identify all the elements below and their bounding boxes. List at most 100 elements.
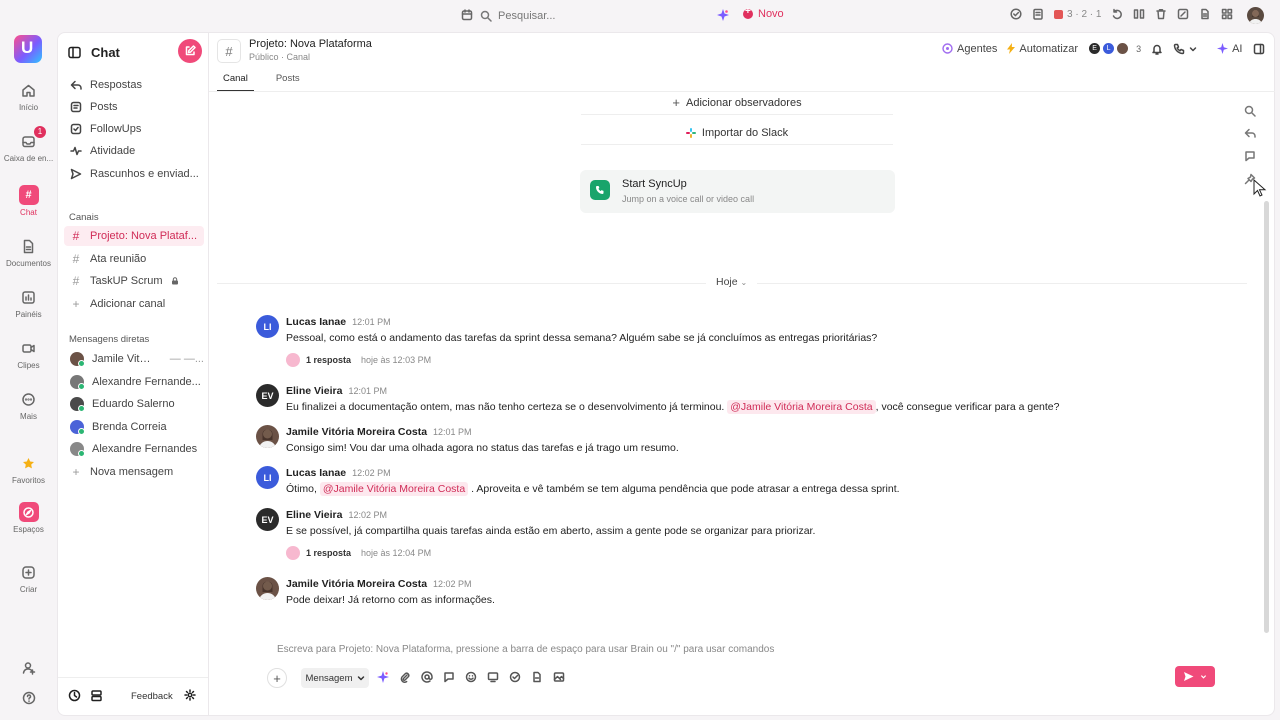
avatar[interactable] [256, 577, 279, 600]
feedback-link[interactable]: Feedback [131, 691, 173, 702]
comment-icon[interactable] [1244, 150, 1256, 162]
reply-icon[interactable] [1244, 127, 1256, 139]
members-stack[interactable]: E L 3 [1088, 42, 1141, 55]
sidebar-item-dm-brenda[interactable]: Brenda Correia [64, 417, 204, 437]
sidebar-item-followups[interactable]: FollowUps [64, 119, 204, 139]
attach-plus-button[interactable]: + [267, 668, 287, 688]
screen-icon[interactable] [1177, 8, 1189, 20]
global-search[interactable]: Pesquisar... [480, 5, 710, 27]
add-channel-button[interactable]: + Adicionar canal [64, 294, 204, 314]
rail-item-dashboards[interactable]: Painéis [0, 287, 57, 319]
layout-icon[interactable] [90, 689, 103, 702]
attachment-icon[interactable] [399, 671, 411, 683]
rail-item-clips[interactable]: Clipes [0, 338, 57, 370]
rail-item-chat[interactable]: # Chat [0, 185, 57, 217]
star-icon [19, 453, 39, 473]
new-button[interactable]: Novo [743, 6, 784, 20]
emoji-icon[interactable] [465, 671, 477, 683]
trash-icon[interactable] [1155, 8, 1167, 20]
call-button[interactable] [1173, 43, 1197, 55]
phone-icon [1173, 43, 1185, 55]
author-name[interactable]: Eline Vieira [286, 509, 342, 521]
image-icon[interactable] [553, 671, 565, 683]
avatar[interactable] [256, 425, 279, 448]
sidebar-item-channel-ata[interactable]: # Ata reunião [64, 249, 204, 269]
avatar [286, 353, 300, 367]
rail-item-home[interactable]: Início [0, 80, 57, 112]
settings-gear-icon[interactable] [184, 689, 196, 701]
check-circle-icon[interactable] [1010, 8, 1022, 20]
sidebar-item-dm-jamile[interactable]: Jamile Vitória ... — —... [64, 349, 204, 369]
sidebar-item-dm-eduardo[interactable]: Eduardo Salerno [64, 394, 204, 414]
user-avatar[interactable] [1247, 7, 1264, 24]
grid-icon[interactable] [1221, 8, 1233, 20]
author-name[interactable]: Lucas Ianae [286, 467, 346, 479]
comment-icon[interactable] [443, 671, 455, 683]
sidebar-item-replies[interactable]: Respostas [64, 75, 204, 95]
workspace-logo[interactable]: U [14, 35, 42, 63]
sidebar-item-channel-taskup[interactable]: # TaskUP Scrum [64, 271, 204, 291]
send-button[interactable] [1175, 666, 1215, 687]
ai-sparkle-icon[interactable] [377, 671, 389, 683]
rail-item-favorites[interactable]: Favoritos [0, 453, 57, 485]
compose-button[interactable] [178, 39, 202, 63]
channel-title[interactable]: Projeto: Nova Plataforma [249, 38, 372, 50]
screen-record-icon[interactable] [487, 671, 499, 683]
sidebar-item-dm-alexandre[interactable]: Alexandre Fernande... [64, 372, 204, 392]
rail-item-docs[interactable]: Documentos [0, 236, 57, 268]
document-icon[interactable] [1199, 8, 1211, 20]
task-icon[interactable] [509, 671, 521, 683]
author-name[interactable]: Eline Vieira [286, 385, 342, 397]
user-mention[interactable]: @Jamile Vitória Moreira Costa [319, 482, 469, 496]
message-type-select[interactable]: Mensagem [301, 668, 369, 688]
brain-ai-icon[interactable] [717, 9, 729, 21]
author-name[interactable]: Lucas Ianae [286, 316, 346, 328]
sidebar-item-label: TaskUP Scrum [90, 275, 163, 287]
invite-user-button[interactable] [0, 658, 57, 681]
doc-icon[interactable] [531, 671, 543, 683]
user-mention[interactable]: @Jamile Vitória Moreira Costa [727, 400, 876, 414]
tab-posts[interactable]: Posts [270, 71, 306, 92]
sidebar-toggle-icon[interactable] [68, 46, 81, 59]
search-icon[interactable] [1244, 105, 1256, 117]
calendar-icon[interactable] [461, 9, 473, 21]
thread-replies[interactable]: 1 resposta hoje às 12:04 PM [286, 546, 431, 560]
author-name[interactable]: Jamile Vitória Moreira Costa [286, 426, 427, 438]
chevron-down-icon [1189, 45, 1197, 53]
tab-canal[interactable]: Canal [217, 71, 254, 92]
bell-icon[interactable] [1151, 43, 1163, 55]
rail-item-create[interactable]: Criar [0, 562, 57, 594]
sidebar-item-drafts[interactable]: Rascunhos e enviad... [64, 164, 204, 184]
sidebar-item-dm-alexandre-2[interactable]: Alexandre Fernandes [64, 439, 204, 459]
composer-input[interactable]: Escreva para Projeto: Nova Plataforma, p… [277, 644, 774, 655]
rail-item-spaces[interactable]: Espaços [0, 502, 57, 534]
add-watchers-button[interactable]: + Adicionar observadores [581, 91, 893, 115]
undo-icon[interactable] [1111, 8, 1123, 20]
avatar[interactable]: LI [256, 315, 279, 338]
sidebar-item-activity[interactable]: Atividade [64, 141, 204, 161]
author-name[interactable]: Jamile Vitória Moreira Costa [286, 578, 427, 590]
ai-button[interactable]: AI [1217, 43, 1243, 55]
avatar[interactable]: EV [256, 384, 279, 407]
rail-item-inbox[interactable]: 1 Caixa de en... [0, 126, 57, 163]
start-syncup-card[interactable]: Start SyncUp Jump on a voice call or vid… [580, 170, 895, 213]
agents-button[interactable]: Agentes [942, 43, 997, 55]
automate-button[interactable]: Automatizar [1007, 43, 1078, 55]
sidebar-item-channel-projeto[interactable]: # Projeto: Nova Plataf... [64, 226, 204, 246]
columns-icon[interactable] [1133, 8, 1145, 20]
help-button[interactable] [0, 688, 57, 711]
day-label[interactable]: Hoje ⌄ [706, 276, 758, 288]
notepad-icon[interactable] [1032, 8, 1044, 20]
new-message-button[interactable]: + Nova mensagem [64, 462, 204, 482]
side-panel-icon[interactable] [1253, 43, 1265, 55]
rail-item-more[interactable]: Mais [0, 389, 57, 421]
avatar[interactable]: LI [256, 466, 279, 489]
history-icon[interactable] [68, 689, 81, 702]
import-slack-button[interactable]: Importar do Slack [581, 121, 893, 145]
thread-replies[interactable]: 1 resposta hoje às 12:03 PM [286, 353, 431, 367]
recording-indicator[interactable]: 3 · 2 · 1 [1054, 9, 1101, 20]
avatar[interactable]: EV [256, 508, 279, 531]
mention-icon[interactable] [421, 671, 433, 683]
scrollbar[interactable] [1264, 201, 1269, 633]
sidebar-item-posts[interactable]: Posts [64, 97, 204, 117]
